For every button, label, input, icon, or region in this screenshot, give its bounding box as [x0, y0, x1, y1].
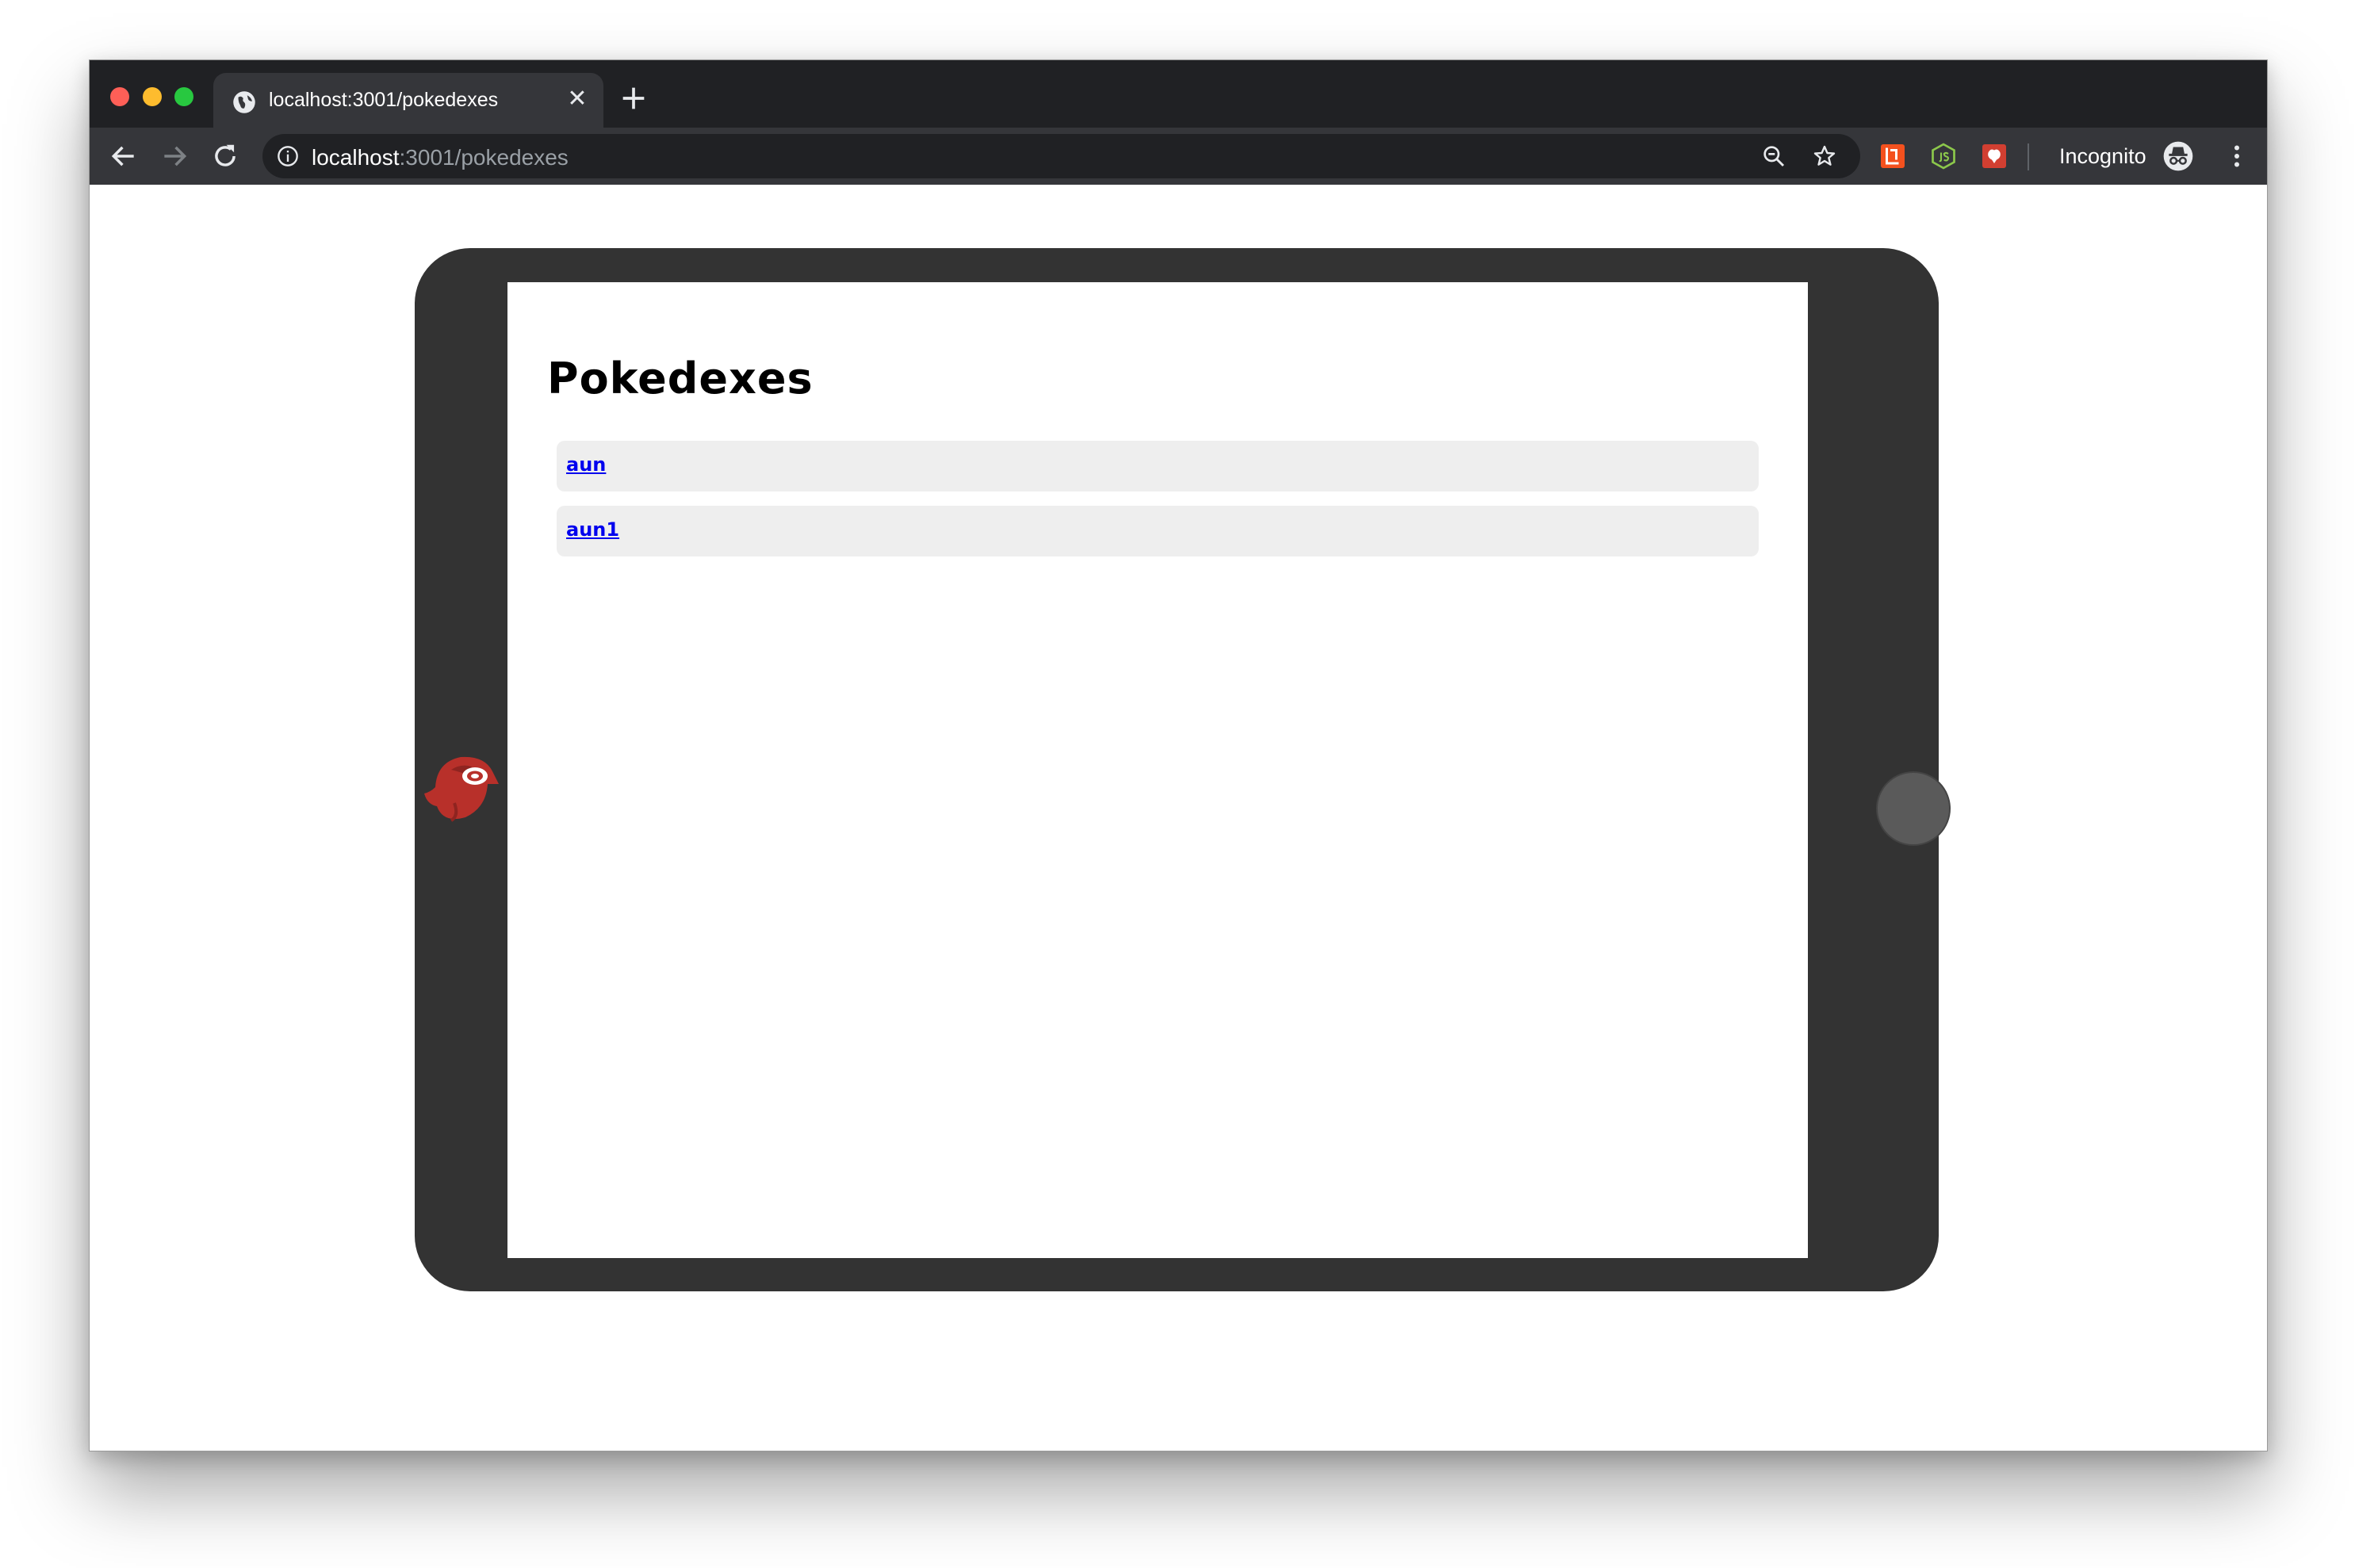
info-icon[interactable]	[277, 145, 299, 167]
nodejs-extension-icon[interactable]	[1929, 142, 1958, 170]
pokedex-link[interactable]: aun1	[566, 518, 619, 541]
list-item[interactable]: aun1	[557, 506, 1759, 556]
globe-icon	[233, 91, 255, 113]
forward-icon[interactable]	[159, 141, 190, 171]
puzzle-extension-icon[interactable]	[1980, 142, 2008, 170]
pokedex-link[interactable]: aun	[566, 453, 606, 476]
tab-active[interactable]: localhost:3001/pokedexes ✕	[213, 73, 603, 128]
zoom-icon[interactable]	[1761, 143, 1786, 169]
minimize-window-button[interactable]	[143, 87, 162, 106]
bookmark-star-icon[interactable]	[1812, 143, 1837, 169]
list-item[interactable]: aun	[557, 441, 1759, 491]
pokemon-mascot-icon	[424, 756, 499, 822]
close-window-button[interactable]	[110, 87, 129, 106]
home-button[interactable]	[1876, 771, 1951, 846]
reload-icon[interactable]	[210, 141, 240, 171]
back-icon[interactable]	[109, 141, 139, 171]
address-bar[interactable]: localhost:3001/pokedexes	[262, 134, 1860, 178]
page-viewport: Pokedexes aun aun1	[90, 185, 2267, 1451]
tab-title: localhost:3001/pokedexes	[269, 89, 499, 111]
tablet-screen: Pokedexes aun aun1	[507, 282, 1808, 1258]
tab-strip: localhost:3001/pokedexes ✕	[90, 60, 2267, 128]
browser-window: localhost:3001/pokedexes ✕ localhost:300…	[89, 59, 2268, 1451]
incognito-label: Incognito	[2059, 144, 2146, 168]
maximize-window-button[interactable]	[174, 87, 193, 106]
lighthouse-extension-icon[interactable]	[1878, 142, 1907, 170]
tablet-frame: Pokedexes aun aun1	[415, 248, 1951, 1291]
tab-close-icon[interactable]: ✕	[565, 87, 589, 111]
toolbar-divider	[2028, 143, 2029, 170]
url-text[interactable]: localhost:3001/pokedexes	[312, 145, 569, 170]
browser-toolbar: localhost:3001/pokedexes Incognito	[90, 128, 2267, 185]
more-menu-icon[interactable]	[2223, 142, 2251, 170]
new-tab-button[interactable]	[618, 82, 649, 114]
page-title: Pokedexes	[547, 354, 814, 403]
incognito-icon[interactable]	[2162, 140, 2194, 172]
